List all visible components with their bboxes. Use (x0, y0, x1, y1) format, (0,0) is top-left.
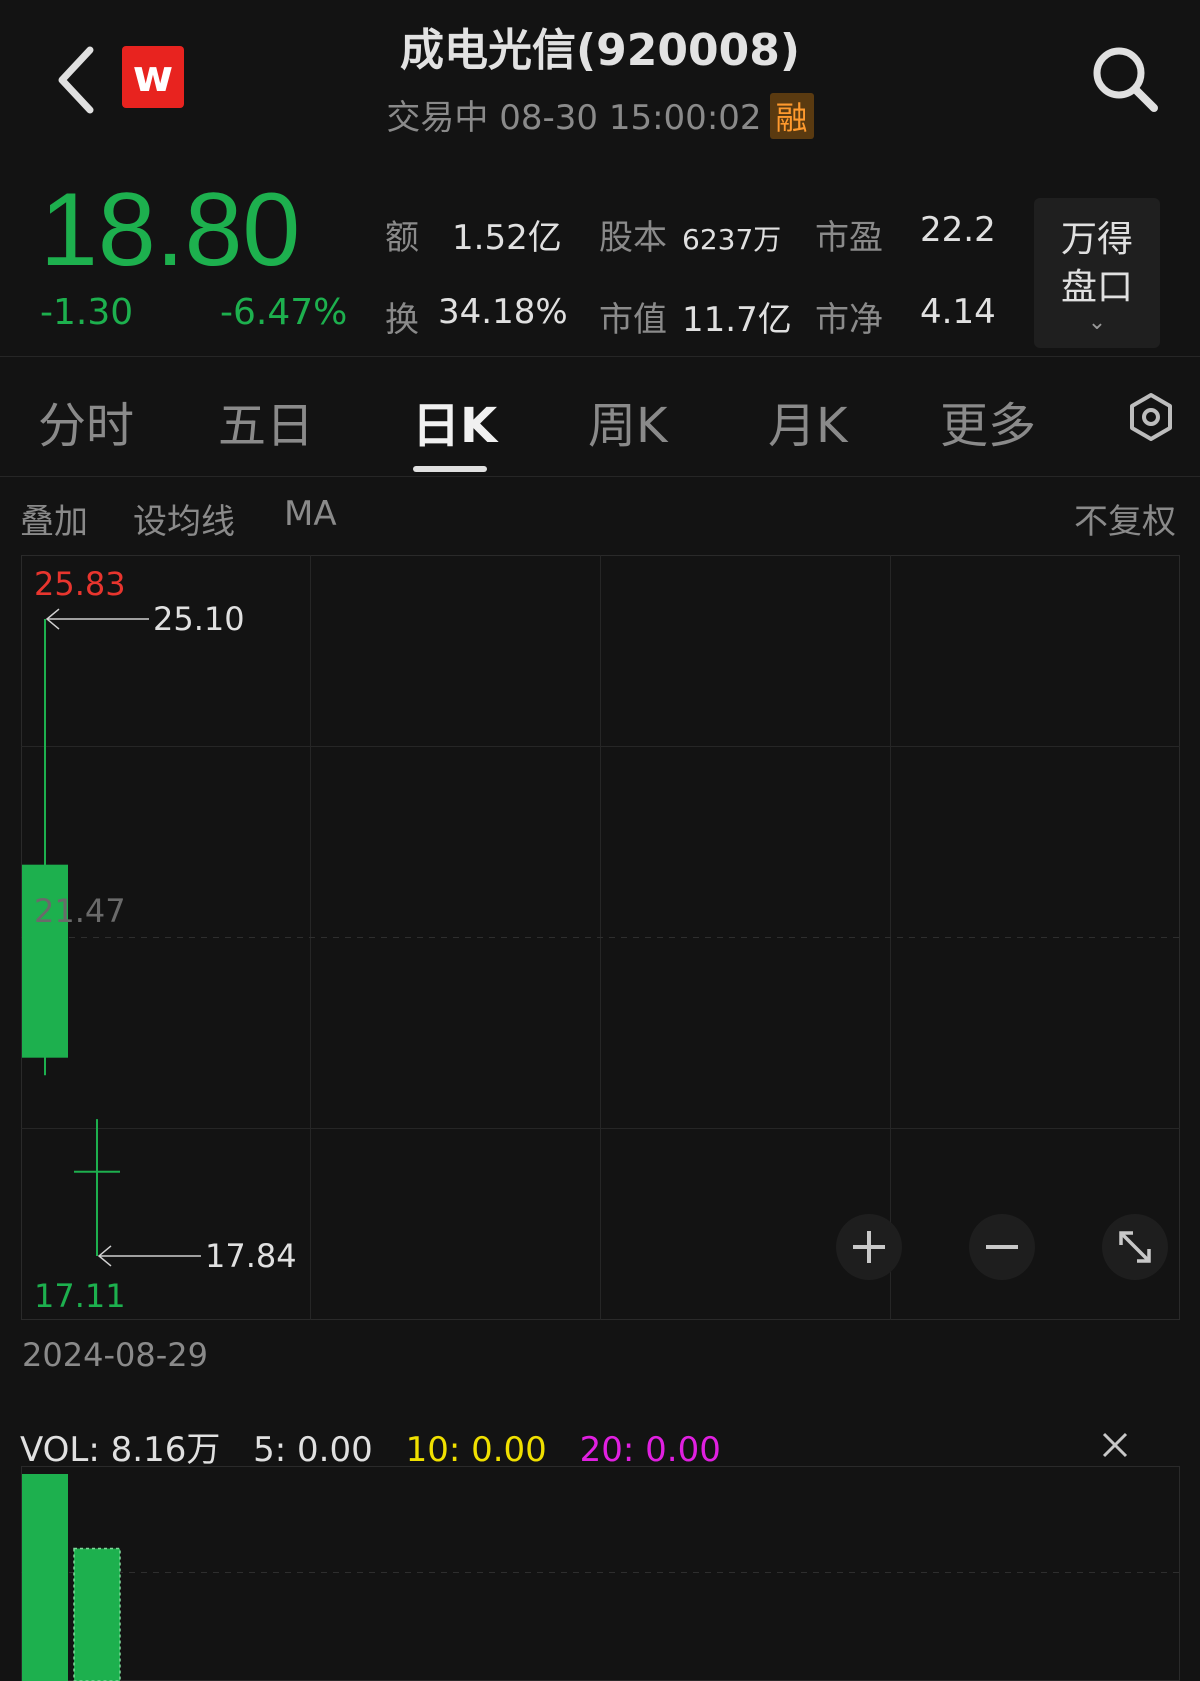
stat-label-market-cap: 市值 (599, 300, 667, 340)
set-ma-button[interactable]: 设均线 (133, 494, 235, 543)
volume-ma10: 10: 0.00 (405, 1430, 547, 1470)
search-icon[interactable] (1088, 42, 1160, 114)
price-change-percent: -6.47% (220, 292, 348, 333)
active-tab-indicator (413, 466, 487, 472)
divider (0, 476, 1200, 477)
stat-value-shares: 6237万 (682, 223, 782, 256)
stat-label-pb: 市净 (815, 300, 883, 340)
tab-weekly-k[interactable]: 周K (588, 386, 667, 456)
overlay-button[interactable]: 叠加 (20, 494, 88, 543)
kline-chart[interactable]: 25.10 17.84 25.83 21.47 17.11 (21, 555, 1180, 1320)
volume-value: VOL: 8.16万 (20, 1430, 221, 1470)
zoom-in-button[interactable] (836, 1214, 902, 1280)
back-arrow-icon[interactable] (50, 40, 110, 120)
chevron-down-icon: ⌄ (1087, 310, 1107, 335)
stat-label-pe: 市盈 (815, 218, 883, 258)
trading-status: 交易中 08-30 15:00:02 融 (300, 90, 900, 139)
margin-badge: 融 (769, 93, 814, 139)
stock-title: 成电光信(920008) (400, 25, 800, 76)
tab-intraday[interactable]: 分时 (38, 386, 134, 456)
y-axis-min-label: 17.11 (34, 1277, 126, 1315)
status-text: 交易中 08-30 15:00:02 (386, 98, 762, 138)
close-icon[interactable] (1098, 1428, 1132, 1462)
tab-daily-k[interactable]: 日K (412, 386, 497, 456)
low-price-marker-label: 17.84 (205, 1237, 297, 1275)
stat-label-shares: 股本 (599, 218, 667, 258)
volume-ma20: 20: 0.00 (579, 1430, 721, 1470)
stat-value-market-cap: 11.7亿 (682, 300, 792, 340)
y-axis-mid-label: 21.47 (34, 892, 126, 930)
wind-logo-icon: w (122, 46, 184, 108)
stat-label-turnover: 换 (385, 300, 419, 340)
volume-header: VOL: 8.16万 5: 0.00 10: 0.00 20: 0.00 (20, 1422, 743, 1471)
wind-order-book-button[interactable]: 万得 盘口 ⌄ (1034, 198, 1160, 348)
chart-start-date: 2024-08-29 (22, 1336, 208, 1374)
volume-bar (22, 1474, 68, 1681)
adjustment-selector[interactable]: 不复权 (1074, 494, 1176, 543)
tab-five-day[interactable]: 五日 (218, 386, 314, 456)
stat-value-pe: 22.2 (920, 210, 996, 250)
y-axis-max-label: 25.83 (34, 565, 126, 603)
volume-chart (21, 1466, 1180, 1681)
volume-ma5: 5: 0.00 (253, 1430, 373, 1470)
stat-value-turnover: 34.18% (438, 292, 568, 332)
pankou-line2: 盘口 (1060, 267, 1133, 308)
fullscreen-expand-icon[interactable] (1102, 1214, 1168, 1280)
zoom-out-button[interactable] (969, 1214, 1035, 1280)
price-change: -1.30 (40, 292, 134, 333)
stat-value-pb: 4.14 (920, 292, 996, 332)
tab-more[interactable]: 更多 (940, 386, 1036, 456)
candle-body (74, 1170, 120, 1173)
volume-bar (73, 1547, 121, 1681)
stat-label-amount: 额 (385, 218, 419, 258)
divider (0, 356, 1200, 357)
chart-grid (21, 555, 1180, 1320)
pankou-line1: 万得 (1060, 219, 1133, 260)
settings-icon[interactable] (1126, 392, 1176, 442)
tab-monthly-k[interactable]: 月K (768, 386, 847, 456)
last-price: 18.80 (40, 172, 301, 288)
high-price-marker-label: 25.10 (153, 600, 245, 638)
stat-value-amount: 1.52亿 (452, 218, 562, 258)
ma-toggle[interactable]: MA (284, 494, 337, 534)
